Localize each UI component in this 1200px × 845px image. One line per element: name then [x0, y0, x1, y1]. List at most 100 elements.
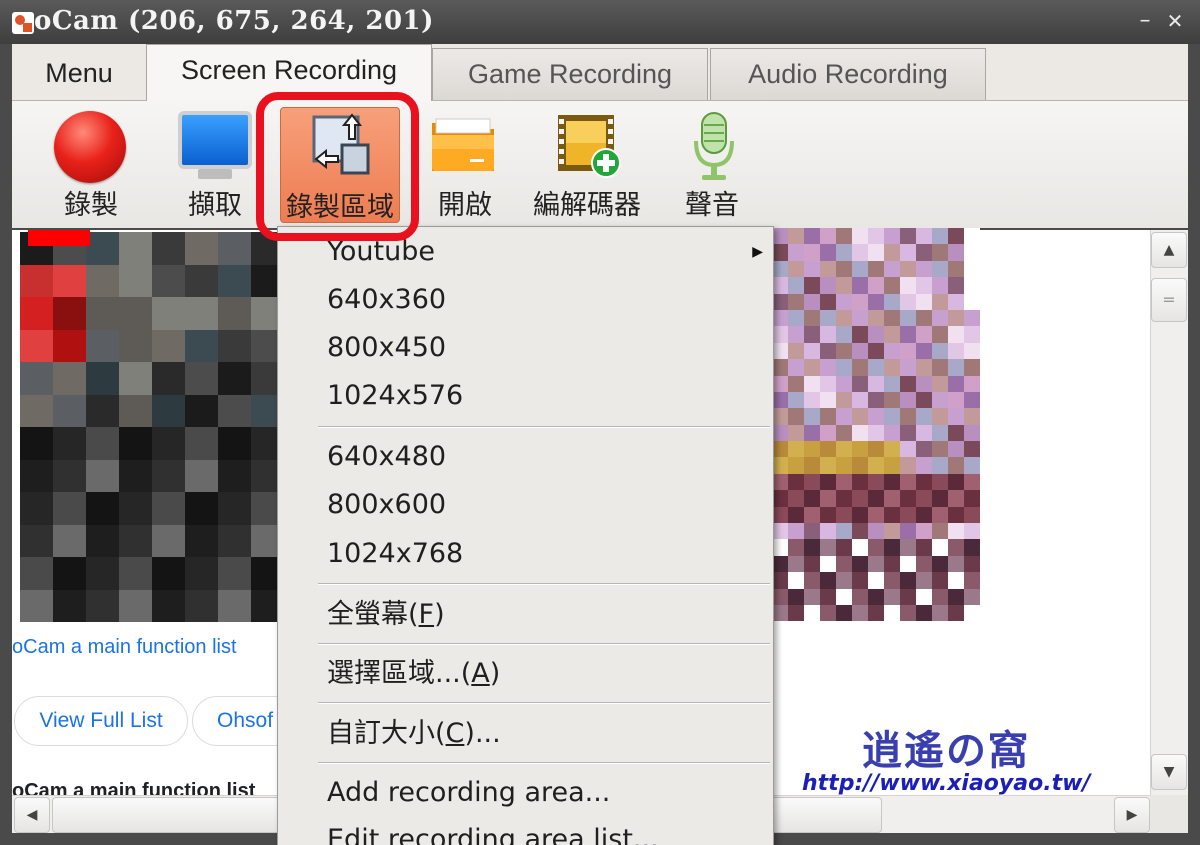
mosaic-cell	[884, 490, 900, 507]
menu-item-640x480[interactable]: 640x480	[278, 434, 773, 480]
scroll-right-button[interactable]: ▶	[1114, 797, 1150, 833]
menu-item-select-area[interactable]: 選擇區域...(A)	[278, 651, 773, 697]
menu-item-800x600[interactable]: 800x600	[278, 482, 773, 528]
mosaic-cell	[820, 342, 836, 360]
title-bar[interactable]: oCam (206, 675, 264, 201) – ✕	[0, 0, 1200, 44]
menu-item-800x450[interactable]: 800x450	[278, 325, 773, 371]
scroll-down-button[interactable]: ▼	[1151, 754, 1187, 790]
mosaic-cell	[185, 362, 218, 395]
mosaic-cell	[932, 293, 948, 310]
mosaic-cell	[852, 572, 868, 589]
mosaic-cell	[852, 277, 868, 294]
mosaic-cell	[152, 589, 185, 622]
pixelated-image-left	[20, 232, 284, 622]
mosaic-cell	[772, 260, 788, 278]
mosaic-cell	[119, 329, 152, 362]
tab-game-recording[interactable]: Game Recording	[432, 48, 708, 100]
menu-item-add-recording-area[interactable]: Add recording area...	[278, 770, 773, 816]
open-button[interactable]: 開啟	[422, 101, 508, 229]
mosaic-cell	[852, 555, 868, 573]
mosaic-cell	[20, 394, 53, 427]
mosaic-cell	[218, 492, 251, 525]
mosaic-cell	[836, 441, 852, 458]
mosaic-cell	[868, 391, 884, 409]
recording-area-highlight	[256, 92, 419, 241]
mosaic-cell	[900, 473, 916, 491]
mosaic-cell	[820, 293, 836, 310]
mosaic-cell	[836, 490, 852, 507]
vertical-scroll-thumb[interactable]: =	[1151, 278, 1187, 322]
menu-separator	[318, 643, 770, 645]
mosaic-cell	[916, 539, 932, 556]
mosaic-cell	[964, 490, 980, 507]
mosaic-cell	[788, 408, 804, 425]
mosaic-cell	[916, 326, 932, 343]
codec-button[interactable]: 編解碼器	[522, 101, 652, 229]
mosaic-cell	[948, 326, 964, 343]
mosaic-cell	[916, 457, 932, 474]
menu-item-fullscreen[interactable]: 全螢幕(F)	[278, 592, 773, 638]
mosaic-cell	[884, 523, 900, 540]
mosaic-cell	[86, 264, 119, 297]
select-area-accel-key: A	[471, 658, 490, 689]
mosaic-cell	[836, 424, 852, 442]
mosaic-cell	[900, 408, 916, 425]
mosaic-cell	[836, 244, 852, 261]
record-button[interactable]: 錄製	[46, 101, 136, 229]
mosaic-cell	[948, 391, 964, 409]
mosaic-cell	[788, 457, 804, 474]
mosaic-cell	[836, 342, 852, 360]
mosaic-cell	[820, 588, 836, 605]
mosaic-cell	[772, 293, 788, 310]
mosaic-cell	[119, 297, 152, 330]
mosaic-cell	[788, 523, 804, 540]
mosaic-cell	[804, 572, 820, 589]
menu-item-edit-recording-area-list[interactable]: Edit recording area list...	[278, 817, 773, 845]
mosaic-cell	[916, 228, 932, 245]
tab-audio-recording[interactable]: Audio Recording	[710, 48, 986, 100]
capture-label: 擷取	[188, 190, 242, 221]
custom-size-accel-key: C	[445, 718, 465, 749]
mosaic-cell	[119, 232, 152, 265]
mosaic-cell	[804, 555, 820, 573]
mosaic-cell	[53, 589, 86, 622]
menu-item-1024x576[interactable]: 1024x576	[278, 373, 773, 419]
ocam-app-icon	[12, 12, 34, 34]
vertical-scrollbar[interactable]: ▲ = ▼	[1150, 230, 1188, 795]
mosaic-cell	[900, 293, 916, 310]
custom-size-label: 自訂大小(	[327, 718, 446, 749]
mosaic-cell	[964, 604, 980, 622]
close-button[interactable]: ✕	[1162, 8, 1188, 34]
mosaic-cell	[820, 244, 836, 261]
mosaic-cell	[804, 457, 820, 474]
mosaic-cell	[916, 555, 932, 573]
function-list-link[interactable]: oCam a main function list	[12, 636, 237, 659]
mosaic-cell	[772, 555, 788, 573]
capture-button[interactable]: 擷取	[170, 101, 260, 229]
minimize-button[interactable]: –	[1132, 8, 1158, 34]
pixelated-image-right	[772, 228, 980, 622]
mosaic-cell	[932, 523, 948, 540]
view-full-list-button[interactable]: View Full List	[14, 696, 188, 746]
menu-item-640x360[interactable]: 640x360	[278, 277, 773, 323]
mosaic-cell	[836, 326, 852, 343]
submenu-arrow-icon: ▶	[752, 244, 763, 260]
menu-item-1024x768[interactable]: 1024x768	[278, 531, 773, 577]
mosaic-cell	[218, 264, 251, 297]
mosaic-cell	[948, 588, 964, 605]
mosaic-cell	[884, 441, 900, 458]
mosaic-cell	[788, 555, 804, 573]
scroll-left-button[interactable]: ◀	[14, 797, 50, 833]
menu-item-custom-size[interactable]: 自訂大小(C)...	[278, 711, 773, 757]
mosaic-cell	[964, 309, 980, 327]
scroll-up-button[interactable]: ▲	[1151, 232, 1187, 268]
mosaic-cell	[916, 424, 932, 442]
sound-button[interactable]: 聲音	[672, 101, 752, 229]
mosaic-cell	[836, 375, 852, 392]
mosaic-cell	[119, 427, 152, 460]
tab-menu[interactable]: Menu	[12, 48, 146, 100]
monitor-icon	[178, 111, 252, 169]
codec-label: 編解碼器	[533, 190, 641, 221]
mosaic-cell	[152, 362, 185, 395]
mosaic-cell	[119, 589, 152, 622]
